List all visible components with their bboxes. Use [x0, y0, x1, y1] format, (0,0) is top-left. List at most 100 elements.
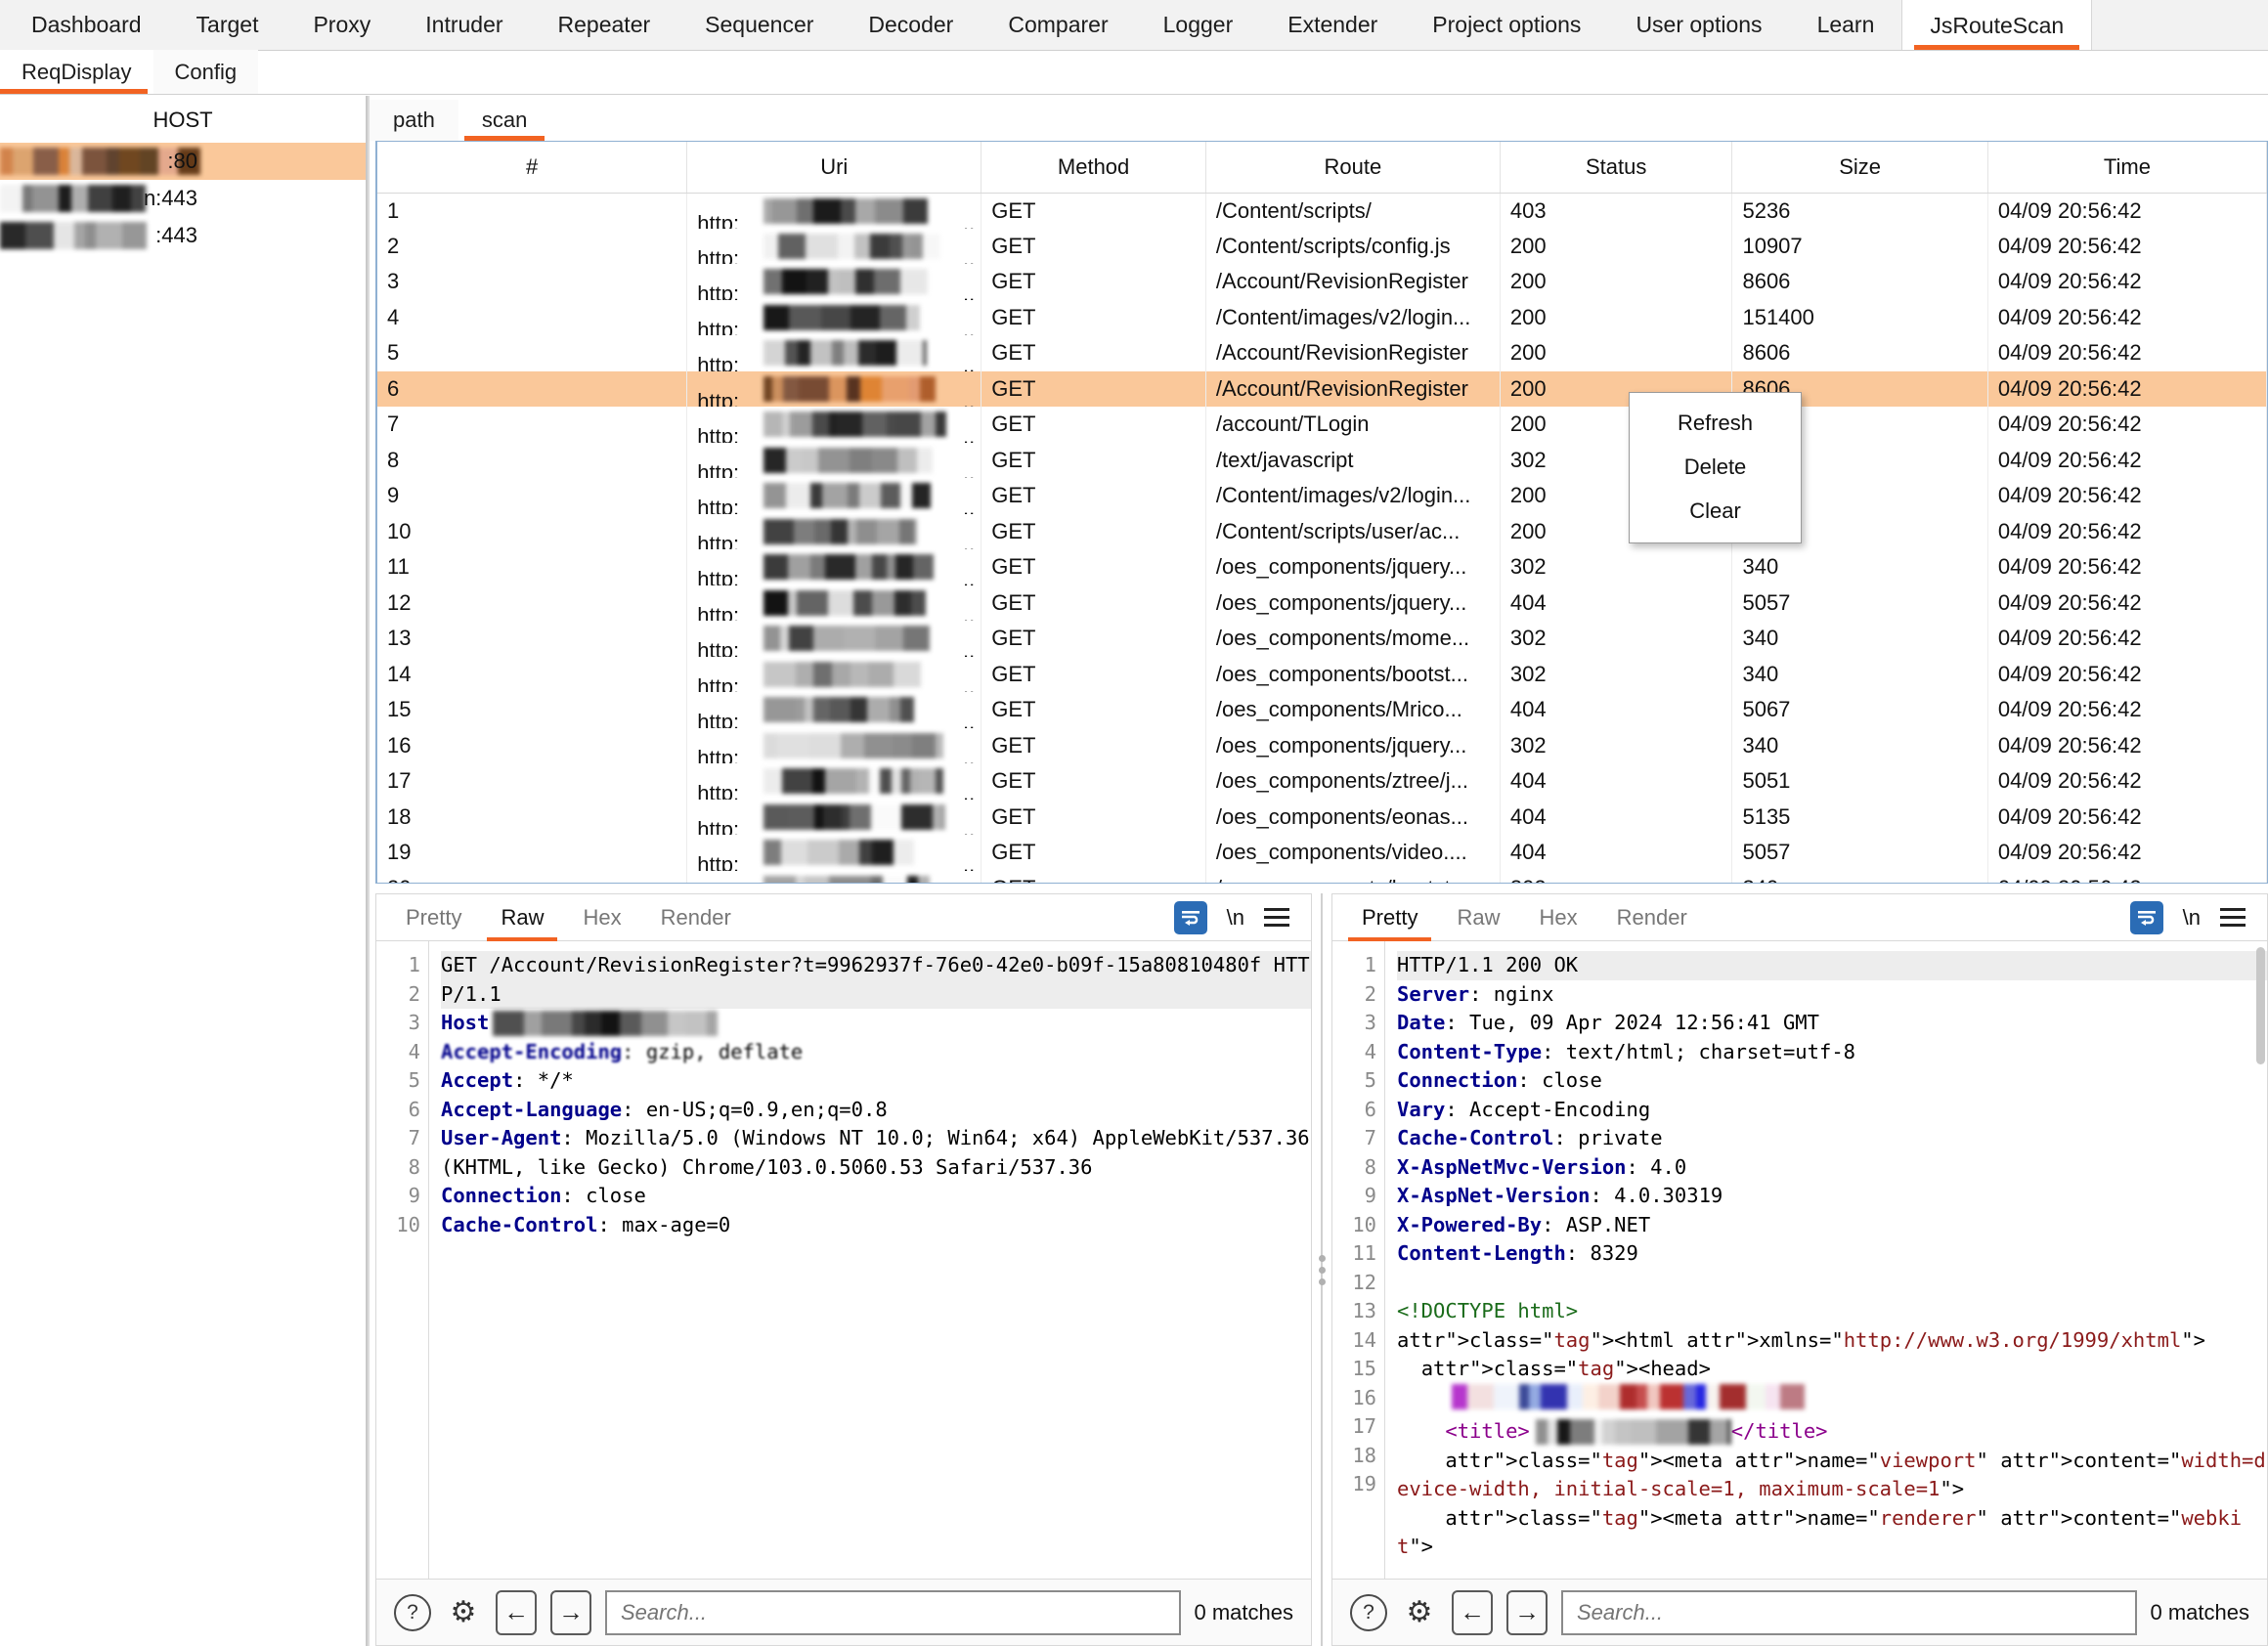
search-box[interactable]	[1561, 1590, 2137, 1635]
line-number: 5	[376, 1066, 420, 1096]
host-list-item[interactable]: n:443	[0, 180, 366, 217]
request-editor-tabs: PrettyRawHexRender	[386, 894, 751, 941]
main-tab-dashboard[interactable]: Dashboard	[4, 0, 169, 50]
host-list-item[interactable]: :80	[0, 143, 366, 180]
help-icon[interactable]: ?	[394, 1594, 431, 1631]
sub-tab-config[interactable]: Config	[153, 50, 259, 94]
request-tab-pretty[interactable]: Pretty	[386, 894, 481, 941]
table-row[interactable]: 20http:..GET/oes_components/bootst...302…	[377, 871, 2267, 885]
main-tab-jsroutescan[interactable]: JsRouteScan	[1901, 0, 2092, 50]
table-row[interactable]: 18http:..GET/oes_components/eonas...4045…	[377, 800, 2267, 836]
code-line	[1397, 1384, 2267, 1418]
table-row[interactable]: 16http:..GET/oes_components/jquery...302…	[377, 728, 2267, 764]
request-tab-hex[interactable]: Hex	[563, 894, 640, 941]
table-row[interactable]: 19http:..GET/oes_components/video....404…	[377, 835, 2267, 871]
line-number: 7	[1332, 1124, 1376, 1153]
search-input[interactable]	[1575, 1599, 2123, 1626]
column-header-method[interactable]: Method	[981, 142, 1206, 193]
cell-status: 200	[1500, 264, 1732, 300]
table-row[interactable]: 2http:..GET/Content/scripts/config.js200…	[377, 229, 2267, 265]
cell-method: GET	[981, 478, 1206, 514]
sub-tab-reqdisplay[interactable]: ReqDisplay	[0, 50, 153, 94]
help-icon[interactable]: ?	[1350, 1594, 1387, 1631]
search-input[interactable]	[619, 1599, 1167, 1626]
table-tab-scan[interactable]: scan	[458, 100, 550, 141]
response-editor-tabbar: PrettyRawHexRender \n	[1332, 894, 2267, 941]
table-row[interactable]: 14http:..GET/oes_components/bootst...302…	[377, 657, 2267, 693]
context-menu-item-clear[interactable]: Clear	[1630, 489, 1801, 533]
column-header-status[interactable]: Status	[1500, 142, 1732, 193]
column-header-time[interactable]: Time	[1987, 142, 2266, 193]
response-body[interactable]: 12345678910111213141516171819 HTTP/1.1 2…	[1332, 941, 2267, 1579]
cell-status: 403	[1500, 193, 1732, 229]
search-next-button[interactable]: →	[550, 1590, 591, 1635]
hamburger-icon[interactable]	[1264, 908, 1289, 927]
results-table-container[interactable]: #UriMethodRouteStatusSizeTime 1http:..GE…	[375, 141, 2268, 884]
splitter-dots[interactable]	[1319, 1255, 1326, 1285]
table-row[interactable]: 8http:..GET/text/javascript30204/09 20:5…	[377, 443, 2267, 479]
code-line: Connection: close	[441, 1182, 1311, 1211]
context-menu[interactable]: RefreshDeleteClear	[1629, 392, 1802, 543]
request-tab-render[interactable]: Render	[641, 894, 751, 941]
host-list-item[interactable]: :443	[0, 217, 366, 254]
newline-toggle[interactable]: \n	[2183, 905, 2201, 931]
cell-size: 340	[1732, 549, 1987, 585]
gear-icon[interactable]: ⚙	[1401, 1594, 1438, 1631]
main-tab-sequencer[interactable]: Sequencer	[677, 0, 841, 50]
table-row[interactable]: 3http:..GET/Account/RevisionRegister2008…	[377, 264, 2267, 300]
response-tab-render[interactable]: Render	[1597, 894, 1707, 941]
cell-method: GET	[981, 514, 1206, 550]
table-row[interactable]: 10http:..GET/Content/scripts/user/ac...2…	[377, 514, 2267, 550]
response-editor-tools: \n	[2130, 901, 2267, 934]
table-row[interactable]: 15http:..GET/oes_components/Mrico...4045…	[377, 692, 2267, 728]
main-tab-user-options[interactable]: User options	[1608, 0, 1789, 50]
table-tab-path[interactable]: path	[370, 100, 458, 141]
gear-icon[interactable]: ⚙	[445, 1594, 482, 1631]
column-header-route[interactable]: Route	[1205, 142, 1500, 193]
response-tab-pretty[interactable]: Pretty	[1342, 894, 1437, 941]
main-tab-logger[interactable]: Logger	[1136, 0, 1261, 50]
main-tab-extender[interactable]: Extender	[1260, 0, 1405, 50]
newline-toggle[interactable]: \n	[1227, 905, 1244, 931]
table-row[interactable]: 7http:..GET/account/TLogin20004/09 20:56…	[377, 407, 2267, 443]
table-row[interactable]: 5http:..GET/Account/RevisionRegister2008…	[377, 335, 2267, 371]
search-box[interactable]	[605, 1590, 1181, 1635]
column-header-uri[interactable]: Uri	[687, 142, 981, 193]
request-tab-raw[interactable]: Raw	[481, 894, 563, 941]
word-wrap-icon[interactable]	[2130, 901, 2163, 934]
search-next-button[interactable]: →	[1506, 1590, 1548, 1635]
search-prev-button[interactable]: ←	[496, 1590, 537, 1635]
table-row[interactable]: 9http:..GET/Content/images/v2/login...20…	[377, 478, 2267, 514]
word-wrap-icon[interactable]	[1174, 901, 1207, 934]
request-body[interactable]: 12345678910 GET /Account/RevisionRegiste…	[376, 941, 1311, 1579]
table-row[interactable]: 4http:..GET/Content/images/v2/login...20…	[377, 300, 2267, 336]
main-tab-proxy[interactable]: Proxy	[285, 0, 398, 50]
main-tab-project-options[interactable]: Project options	[1405, 0, 1608, 50]
response-code[interactable]: HTTP/1.1 200 OKServer: nginxDate: Tue, 0…	[1385, 941, 2267, 1579]
context-menu-item-delete[interactable]: Delete	[1630, 445, 1801, 489]
table-row[interactable]: 13http:..GET/oes_components/mome...30234…	[377, 621, 2267, 657]
main-tab-target[interactable]: Target	[169, 0, 286, 50]
column-header-[interactable]: #	[377, 142, 687, 193]
editor-splitter[interactable]	[1312, 893, 1331, 1646]
response-scrollbar[interactable]	[2256, 947, 2265, 1064]
table-row[interactable]: 6http:..GET/Account/RevisionRegister2008…	[377, 371, 2267, 408]
main-tab-repeater[interactable]: Repeater	[531, 0, 678, 50]
table-row[interactable]: 11http:..GET/oes_components/jquery...302…	[377, 549, 2267, 585]
cell-route: /Content/images/v2/login...	[1205, 478, 1500, 514]
table-row[interactable]: 17http:..GET/oes_components/ztree/j...40…	[377, 763, 2267, 800]
hamburger-icon[interactable]	[2220, 908, 2246, 927]
context-menu-item-refresh[interactable]: Refresh	[1630, 401, 1801, 445]
main-tab-comparer[interactable]: Comparer	[981, 0, 1135, 50]
search-prev-button[interactable]: ←	[1452, 1590, 1493, 1635]
main-tab-learn[interactable]: Learn	[1790, 0, 1902, 50]
request-code[interactable]: GET /Account/RevisionRegister?t=9962937f…	[429, 941, 1311, 1579]
main-tab-decoder[interactable]: Decoder	[841, 0, 981, 50]
table-row[interactable]: 12http:..GET/oes_components/jquery...404…	[377, 585, 2267, 622]
main-tab-intruder[interactable]: Intruder	[398, 0, 530, 50]
table-row[interactable]: 1http:..GET/Content/scripts/403523604/09…	[377, 193, 2267, 229]
main-tabbar: DashboardTargetProxyIntruderRepeaterSequ…	[0, 0, 2268, 51]
response-tab-raw[interactable]: Raw	[1437, 894, 1519, 941]
response-tab-hex[interactable]: Hex	[1519, 894, 1596, 941]
column-header-size[interactable]: Size	[1732, 142, 1987, 193]
